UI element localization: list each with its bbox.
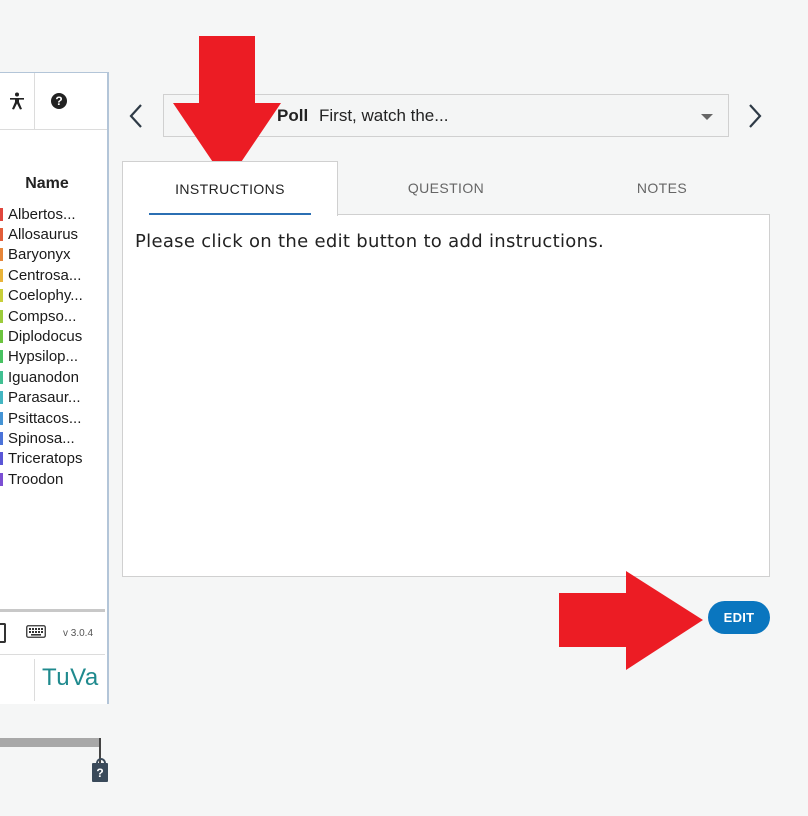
case-color-swatch <box>0 411 3 425</box>
panel-footer: v 3.0.4 <box>0 609 105 653</box>
case-color-swatch <box>0 472 3 486</box>
case-color-swatch <box>0 370 3 384</box>
case-name: Albertos... <box>8 205 76 223</box>
case-row[interactable]: Allosaurus <box>0 224 107 244</box>
help-icon: ? <box>51 93 67 109</box>
chevron-left-icon <box>129 104 142 128</box>
case-color-swatch <box>0 268 3 282</box>
tab-notes[interactable]: NOTES <box>554 161 770 215</box>
case-color-swatch <box>0 248 3 262</box>
instructions-panel: Please click on the edit button to add i… <box>122 214 770 577</box>
tab-instructions-label: INSTRUCTIONS <box>175 181 285 197</box>
case-color-swatch <box>0 330 3 344</box>
instructions-text: Please click on the edit button to add i… <box>135 231 604 252</box>
edit-button[interactable]: EDIT <box>708 601 770 634</box>
chevron-right-icon <box>749 104 762 128</box>
case-row[interactable]: Coelophy... <box>0 286 107 306</box>
case-name: Parasaur... <box>8 389 81 407</box>
case-row[interactable]: Baryonyx <box>0 245 107 265</box>
previous-activity-button[interactable] <box>126 98 146 134</box>
case-row[interactable]: Parasaur... <box>0 388 107 408</box>
accessibility-icon <box>10 92 24 110</box>
case-name: Hypsilop... <box>8 348 79 366</box>
tab-notes-label: NOTES <box>636 180 688 196</box>
case-name: Allosaurus <box>8 226 79 244</box>
name-column-header[interactable]: Name <box>0 175 94 193</box>
case-row[interactable]: Spinosa... <box>0 428 107 448</box>
tuva-data-panel: ? Name Albertos... Allosaurus Baryonyx Cent… <box>0 72 109 704</box>
case-name: Triceratops <box>8 450 83 468</box>
horizontal-scrollbar[interactable] <box>0 738 100 747</box>
case-list: Albertos... Allosaurus Baryonyx Centrosa...… <box>0 204 107 489</box>
case-row[interactable]: Compso... <box>0 306 107 326</box>
case-color-swatch <box>0 391 3 405</box>
chevron-down-icon <box>701 114 713 120</box>
version-label: v 3.0.4 <box>63 628 94 639</box>
case-row[interactable]: Albertos... <box>0 204 107 224</box>
panel-toolbar: ? <box>0 73 107 130</box>
case-row[interactable]: Psittacos... <box>0 408 107 428</box>
tab-question[interactable]: QUESTION <box>338 161 554 215</box>
case-color-swatch <box>0 207 3 221</box>
case-row[interactable]: Troodon <box>0 469 107 489</box>
case-name: Coelophy... <box>8 287 83 305</box>
tab-instructions[interactable]: INSTRUCTIONS <box>122 161 338 216</box>
case-color-swatch <box>0 228 3 242</box>
case-color-swatch <box>0 452 3 466</box>
keyboard-icon[interactable] <box>26 625 46 638</box>
case-name: Iguanodon <box>8 368 79 386</box>
accessibility-button[interactable] <box>0 73 35 129</box>
case-row[interactable]: Triceratops <box>0 449 107 469</box>
app-root: ? Name Albertos... Allosaurus Baryonyx Cent… <box>0 0 808 816</box>
case-color-swatch <box>0 289 3 303</box>
logo-row: TuVa <box>0 654 105 704</box>
case-row[interactable]: Diplodocus <box>0 326 107 346</box>
right-arrow-annotation <box>559 571 703 670</box>
next-activity-button[interactable] <box>745 98 765 134</box>
logo-divider <box>34 659 35 701</box>
frame-icon[interactable] <box>0 623 6 643</box>
activity-tabs: INSTRUCTIONS QUESTION NOTES <box>122 161 770 216</box>
activity-title: First, watch the... <box>319 105 449 125</box>
case-name: Diplodocus <box>8 328 83 346</box>
case-row[interactable]: Hypsilop... <box>0 347 107 367</box>
tuva-logo: TuVa <box>42 664 99 691</box>
case-name: Troodon <box>8 470 64 488</box>
case-color-swatch <box>0 431 3 445</box>
case-color-swatch <box>0 309 3 323</box>
lock-help-icon[interactable]: ? <box>92 758 108 782</box>
case-row[interactable]: Centrosa... <box>0 265 107 285</box>
case-name: Compso... <box>8 307 77 325</box>
case-name: Psittacos... <box>8 409 82 427</box>
case-name: Centrosa... <box>8 266 82 284</box>
case-row[interactable]: Iguanodon <box>0 367 107 387</box>
help-button[interactable]: ? <box>35 73 83 129</box>
active-tab-indicator <box>149 213 311 215</box>
case-name: Spinosa... <box>8 429 75 447</box>
case-color-swatch <box>0 350 3 364</box>
tab-question-label: QUESTION <box>407 180 485 196</box>
case-name: Baryonyx <box>8 246 71 264</box>
